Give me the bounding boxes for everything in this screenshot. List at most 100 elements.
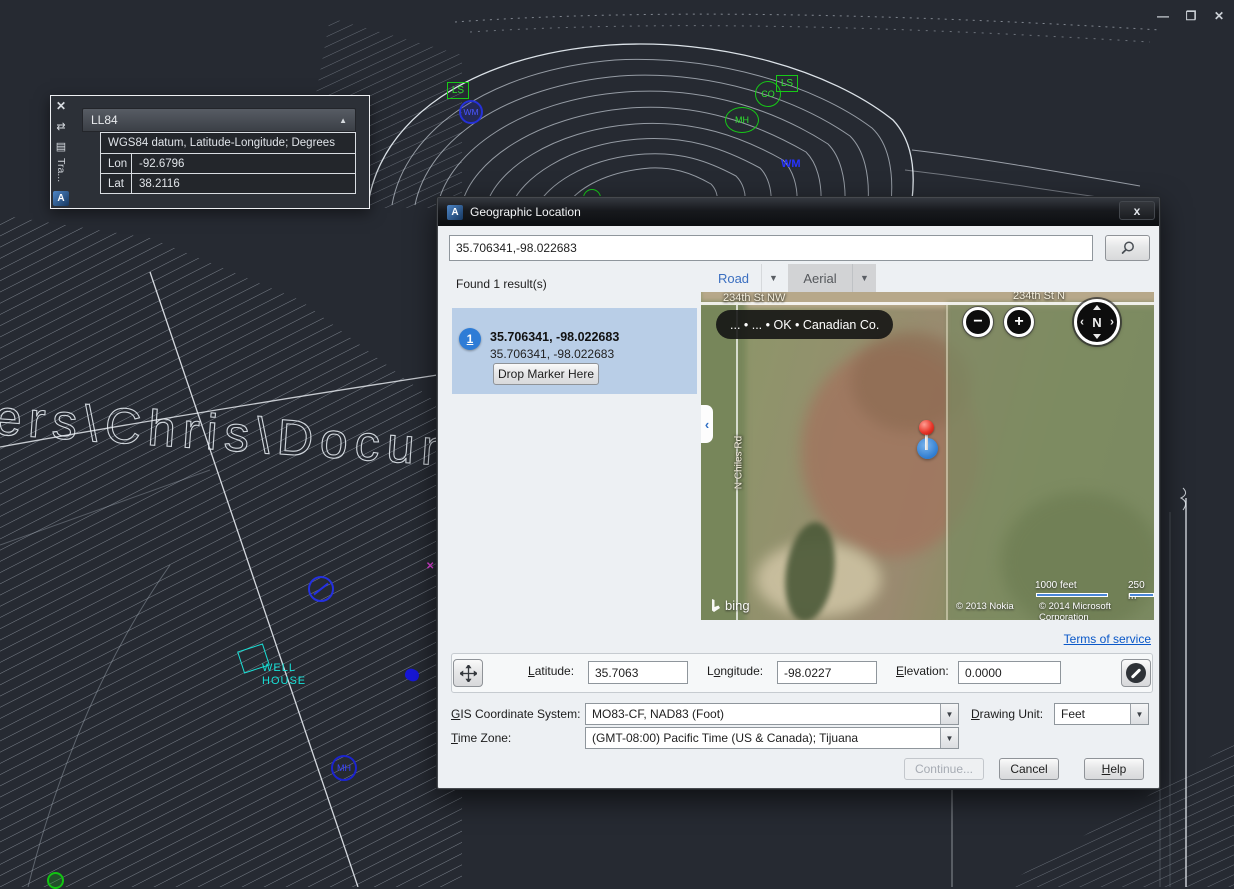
marker-magenta: ✕ [426, 561, 435, 572]
zoom-in-button[interactable]: + [1004, 307, 1034, 337]
bing-logo-icon [712, 599, 720, 612]
longitude-label: Longitude: [707, 664, 764, 678]
marker-wm-circle: WM [459, 100, 483, 124]
search-button[interactable] [1105, 235, 1150, 261]
gis-coordinate-system-label: GIS Coordinate System: [451, 707, 581, 721]
datum-text: WGS84 datum, Latitude-Longitude; Degrees [108, 137, 335, 149]
marker-ls-square: LS [447, 82, 469, 99]
time-zone-select[interactable]: (GMT-08:00) Pacific Time (US & Canada); … [585, 727, 959, 749]
time-zone-value: (GMT-08:00) Pacific Time (US & Canada); … [592, 731, 859, 745]
lon-label: Lon [101, 154, 132, 173]
tab-road[interactable]: Road [706, 264, 761, 292]
palette-autohide-icon[interactable]: ⇄ [51, 116, 71, 136]
dropdown-arrow-icon[interactable]: ▼ [940, 704, 958, 724]
dropdown-arrow-icon[interactable]: ▼ [1130, 704, 1148, 724]
bing-logo: bing [711, 598, 750, 613]
road-label: 234th St N [1013, 292, 1065, 302]
elevation-input[interactable] [958, 661, 1061, 684]
pushpin-icon [919, 420, 934, 435]
drop-marker-tool-button[interactable] [1121, 659, 1151, 687]
pushpin-stem [925, 434, 928, 450]
restore-icon[interactable]: ❐ [1182, 8, 1200, 24]
search-input[interactable] [449, 235, 1093, 261]
dialog-titlebar[interactable]: A Geographic Location [438, 198, 1159, 226]
tab-road-dropdown-icon[interactable]: ▼ [761, 264, 785, 292]
attribution-nokia: © 2013 Nokia [956, 601, 1014, 612]
gis-coordinate-system-value: MO83-CF, NAD83 (Foot) [592, 707, 725, 721]
aerial-map[interactable]: 234th St NW 234th St N N Chiles Rd ... •… [701, 292, 1154, 620]
rotate-left-icon[interactable]: ‹ [1080, 314, 1084, 328]
latitude-input[interactable] [588, 661, 688, 684]
datum-row: WGS84 datum, Latitude-Longitude; Degrees [101, 133, 355, 153]
marker-pencil-icon [1126, 663, 1146, 683]
lon-value[interactable]: -92.6796 [132, 158, 184, 170]
map-tooltip: ... • ... • OK • Canadian Co. [716, 310, 894, 339]
lat-row: Lat 38.2116 [101, 173, 355, 193]
drawing-unit-select[interactable]: Feet ▼ [1054, 703, 1149, 725]
drawing-unit-value: Feet [1061, 707, 1086, 721]
result-index-badge[interactable]: 1 [459, 328, 481, 350]
pick-point-button[interactable] [453, 659, 483, 687]
lat-value[interactable]: 38.2116 [132, 178, 180, 190]
marker-wm-text: WM [781, 158, 801, 170]
attribution-microsoft: © 2014 Microsoft Corporation [1039, 601, 1111, 620]
road-label: 234th St NW [723, 292, 786, 304]
collapse-icon[interactable]: ▲ [339, 116, 347, 125]
scale-imperial-label: 1000 feet [1035, 580, 1077, 591]
well-house-label: WELL HOUSE [262, 662, 307, 687]
result-title: 35.706341, -98.022683 [490, 330, 620, 344]
bing-logo-text: bing [725, 598, 750, 613]
lat-label: Lat [101, 174, 132, 193]
gis-coordinate-system-select[interactable]: MO83-CF, NAD83 (Foot) ▼ [585, 703, 959, 725]
dialog-title: Geographic Location [470, 205, 581, 219]
marker-mh-circle: MH [725, 107, 759, 133]
palette-header[interactable]: LL84 ▲ [82, 108, 356, 132]
field-boundary [946, 305, 948, 620]
result-subtitle: 35.706341, -98.022683 [490, 347, 615, 361]
collapse-results-tab[interactable]: ‹ [701, 405, 713, 443]
pan-up-icon[interactable] [1093, 305, 1101, 310]
autocad-logo-icon: A [447, 204, 463, 220]
window-controls: — ❐ ✕ [1154, 8, 1228, 24]
result-item[interactable]: 1 35.706341, -98.022683 35.706341, -98.0… [452, 308, 697, 394]
pan-down-icon[interactable] [1093, 334, 1101, 339]
latitude-label: Latitude: [528, 664, 575, 678]
lon-row: Lon -92.6796 [101, 153, 355, 173]
tab-aerial-dropdown-icon[interactable]: ▼ [852, 264, 876, 292]
cancel-button[interactable]: Cancel [999, 758, 1059, 780]
palette-tab-label: Tra... [55, 158, 67, 183]
longitude-input[interactable] [777, 661, 877, 684]
geographic-location-dialog: A Geographic Location x Found 1 result(s… [437, 197, 1160, 789]
palette-close-icon[interactable]: ✕ [51, 96, 71, 116]
crosshair-move-icon [459, 664, 477, 682]
results-summary: Found 1 result(s) [456, 277, 547, 291]
road-label-vertical: N Chiles Rd [733, 435, 745, 490]
dialog-close-button[interactable]: x [1119, 201, 1155, 220]
drop-marker-button[interactable]: Drop Marker Here [493, 363, 599, 385]
drawing-unit-label: Drawing Unit: [971, 707, 1044, 721]
marker-utility-circle [308, 576, 334, 602]
palette-menu-icon[interactable]: ▤ [51, 136, 71, 156]
compass-control[interactable]: N ‹ › [1074, 299, 1120, 345]
terms-of-service-link[interactable]: Terms of service [1064, 632, 1151, 646]
scale-imperial-bar [1036, 593, 1108, 597]
zoom-out-button[interactable]: − [963, 307, 993, 337]
palette-strip: ✕ ⇄ ▤ Tra... A [51, 96, 71, 208]
palette-title: LL84 [91, 113, 118, 127]
scale-metric-bar [1129, 593, 1154, 597]
continue-button: Continue... [904, 758, 984, 780]
time-zone-label: Time Zone: [451, 731, 512, 745]
marker-green-bottom [47, 872, 64, 889]
palette-table: WGS84 datum, Latitude-Longitude; Degrees… [100, 132, 356, 194]
elevation-label: Elevation: [896, 664, 949, 678]
rotate-right-icon[interactable]: › [1110, 314, 1114, 328]
autocad-logo-icon: A [53, 191, 69, 206]
scale-metric-label: 250 m [1128, 580, 1145, 602]
search-icon [1121, 241, 1134, 254]
tab-aerial[interactable]: Aerial [788, 264, 852, 292]
help-button[interactable]: Help [1084, 758, 1144, 780]
close-icon[interactable]: ✕ [1210, 8, 1228, 24]
marker-ls-square-2: LS [776, 75, 798, 92]
dropdown-arrow-icon[interactable]: ▼ [940, 728, 958, 748]
minimize-icon[interactable]: — [1154, 8, 1172, 24]
